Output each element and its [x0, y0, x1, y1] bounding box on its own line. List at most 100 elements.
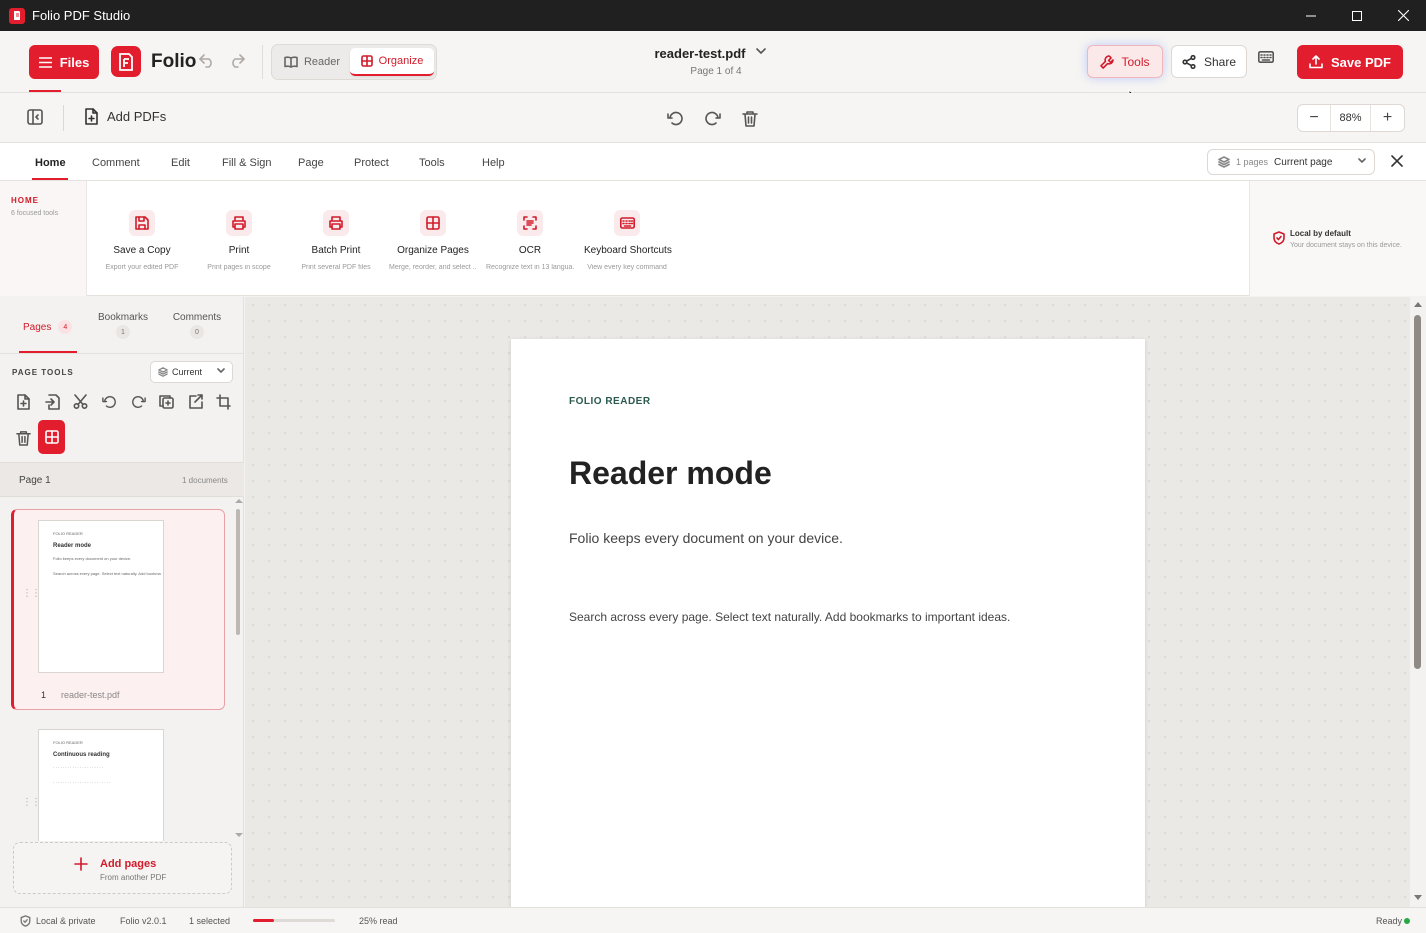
redo-button[interactable] [229, 54, 245, 68]
save-copy-tool[interactable]: Save a Copy Export your edited PDF [101, 181, 183, 296]
keyboard-shortcuts-tool[interactable]: Keyboard Shortcuts View every key comman… [584, 181, 672, 296]
tab-page[interactable]: Page [298, 157, 324, 169]
thumbnail-lead: Folio keeps every document on your devic… [53, 556, 132, 561]
privacy-title: Local by default [1290, 229, 1351, 238]
tab-home[interactable]: Home [35, 157, 66, 169]
toolbar: Add PDFs − 88% + [0, 93, 1426, 143]
reader-mode-button[interactable]: Reader [276, 48, 348, 76]
rotate-left-button[interactable] [667, 110, 684, 127]
share-label: Share [1203, 54, 1237, 69]
delete-page-button[interactable] [742, 110, 758, 127]
maximize-button[interactable] [1334, 0, 1380, 31]
privacy-subtitle: Your document stays on this device. [1290, 242, 1402, 249]
document-menu-button[interactable] [756, 48, 766, 54]
add-pages-button[interactable]: Add pages From another PDF [13, 842, 232, 894]
ribbon-panel: HOME 6 focused tools Save a Copy Export … [0, 181, 1426, 296]
undo-button[interactable] [199, 54, 215, 68]
save-copy-label: Save a Copy [113, 245, 171, 256]
zoom-in-button[interactable]: + [1371, 105, 1404, 131]
page-thumbnail-1[interactable]: ⋮⋮ FOLIO READER Reader mode Folio keeps … [11, 509, 225, 710]
print-icon [226, 210, 252, 236]
keyboard-icon [614, 210, 640, 236]
document-title[interactable]: reader-test.pdf [600, 46, 800, 61]
thumbnail-page-preview: FOLIO READER Continuous reading · · · · … [38, 729, 164, 841]
tab-edit[interactable]: Edit [171, 157, 190, 169]
add-pdfs-button[interactable]: Add PDFs [84, 108, 166, 125]
minimize-button[interactable] [1288, 0, 1334, 31]
share-button[interactable]: Share [1171, 45, 1247, 78]
print-tool[interactable]: Print Print pages in scope [199, 181, 279, 296]
page-scope-select[interactable]: 1 pages Current page [1207, 149, 1375, 175]
toolbar-divider [63, 105, 64, 131]
thumbnail-scrollbar-thumb[interactable] [236, 509, 240, 635]
close-icon [1391, 155, 1403, 167]
extract-page-button[interactable] [45, 394, 60, 410]
tools-button[interactable]: Tools [1087, 45, 1163, 78]
selection-count: 1 selected [189, 916, 231, 926]
close-window-button[interactable] [1380, 0, 1426, 31]
section-document-count: 1 documents [182, 476, 228, 485]
scroll-down-arrow[interactable] [235, 833, 243, 837]
rotate-right-icon [705, 111, 721, 126]
grid-icon [420, 210, 446, 236]
panel-tab-comments[interactable]: Comments 0 [167, 312, 227, 339]
export-page-button[interactable] [188, 394, 203, 410]
save-pdf-button[interactable]: Save PDF [1297, 45, 1403, 79]
bookmarks-tab-label: Bookmarks [97, 312, 148, 323]
zoom-level[interactable]: 88% [1331, 105, 1371, 131]
delete-pages-button[interactable] [16, 430, 31, 446]
ocr-icon [517, 210, 543, 236]
rotate-right-button[interactable] [704, 110, 721, 127]
add-pages-title: Add pages [100, 858, 157, 870]
sidebar-toggle-button[interactable] [27, 109, 43, 125]
scissors-icon [73, 394, 88, 410]
organize-pages-tool[interactable]: Organize Pages Merge, reorder, and selec… [389, 181, 477, 296]
ribbon-section-header: HOME 6 focused tools [0, 181, 87, 296]
tab-comment[interactable]: Comment [92, 157, 140, 169]
ocr-label: OCR [518, 245, 542, 256]
files-button[interactable]: Files [29, 45, 99, 79]
panel-tabs: Pages 4 Bookmarks 1 Comments 0 [0, 297, 244, 354]
document-canvas[interactable]: FOLIO READER Reader mode Folio keeps eve… [245, 297, 1410, 907]
ocr-tool[interactable]: OCR Recognize text in 13 langua... [486, 181, 574, 296]
thumbnail-heading: Reader mode [53, 543, 92, 549]
duplicate-page-button[interactable] [159, 394, 174, 410]
tab-tools[interactable]: Tools [419, 157, 445, 169]
rotate-right-page-button[interactable] [131, 394, 146, 410]
trash-icon [742, 111, 758, 127]
chevron-down-icon [756, 48, 766, 54]
organize-mode-button[interactable]: Organize [350, 48, 434, 76]
document-scrollbar[interactable] [1410, 297, 1426, 907]
crop-button[interactable] [216, 394, 231, 410]
app-version: Folio v2.0.1 [120, 916, 167, 926]
keyboard-button[interactable] [1258, 51, 1274, 63]
page-tools-scope-select[interactable]: Current [150, 361, 233, 383]
tab-help[interactable]: Help [482, 157, 505, 169]
insert-page-button[interactable] [16, 394, 31, 410]
split-button[interactable] [73, 394, 88, 410]
save-copy-sub: Export your edited PDF [105, 264, 179, 271]
page-thumbnail-2[interactable]: ⋮⋮ FOLIO READER Continuous reading · · ·… [11, 729, 225, 841]
document-scrollbar-thumb[interactable] [1414, 315, 1421, 669]
organize-mode-label: Organize [378, 55, 424, 67]
panel-tab-bookmarks[interactable]: Bookmarks 1 [93, 312, 153, 339]
document-page[interactable]: FOLIO READER Reader mode Folio keeps eve… [511, 339, 1145, 907]
rotate-left-icon [667, 111, 683, 126]
scroll-down-arrow[interactable] [1414, 895, 1422, 900]
tab-protect[interactable]: Protect [354, 157, 389, 169]
upload-icon [1309, 55, 1323, 69]
zoom-out-button[interactable]: − [1298, 105, 1331, 131]
chevron-down-icon [217, 368, 225, 373]
files-label: Files [59, 54, 90, 70]
rotate-left-page-button[interactable] [102, 394, 117, 410]
rotate-left-icon [102, 396, 116, 408]
panel-tab-pages[interactable]: Pages 4 [23, 320, 73, 334]
scroll-up-arrow[interactable] [235, 499, 243, 503]
tab-fill-sign[interactable]: Fill & Sign [222, 157, 272, 169]
close-ribbon-button[interactable] [1390, 154, 1404, 168]
scroll-up-arrow[interactable] [1414, 302, 1422, 307]
batch-print-tool[interactable]: Batch Print Print several PDF files [296, 181, 376, 296]
layers-icon [158, 367, 168, 377]
organize-grid-button[interactable] [38, 420, 65, 454]
zoom-control: − 88% + [1297, 104, 1405, 132]
